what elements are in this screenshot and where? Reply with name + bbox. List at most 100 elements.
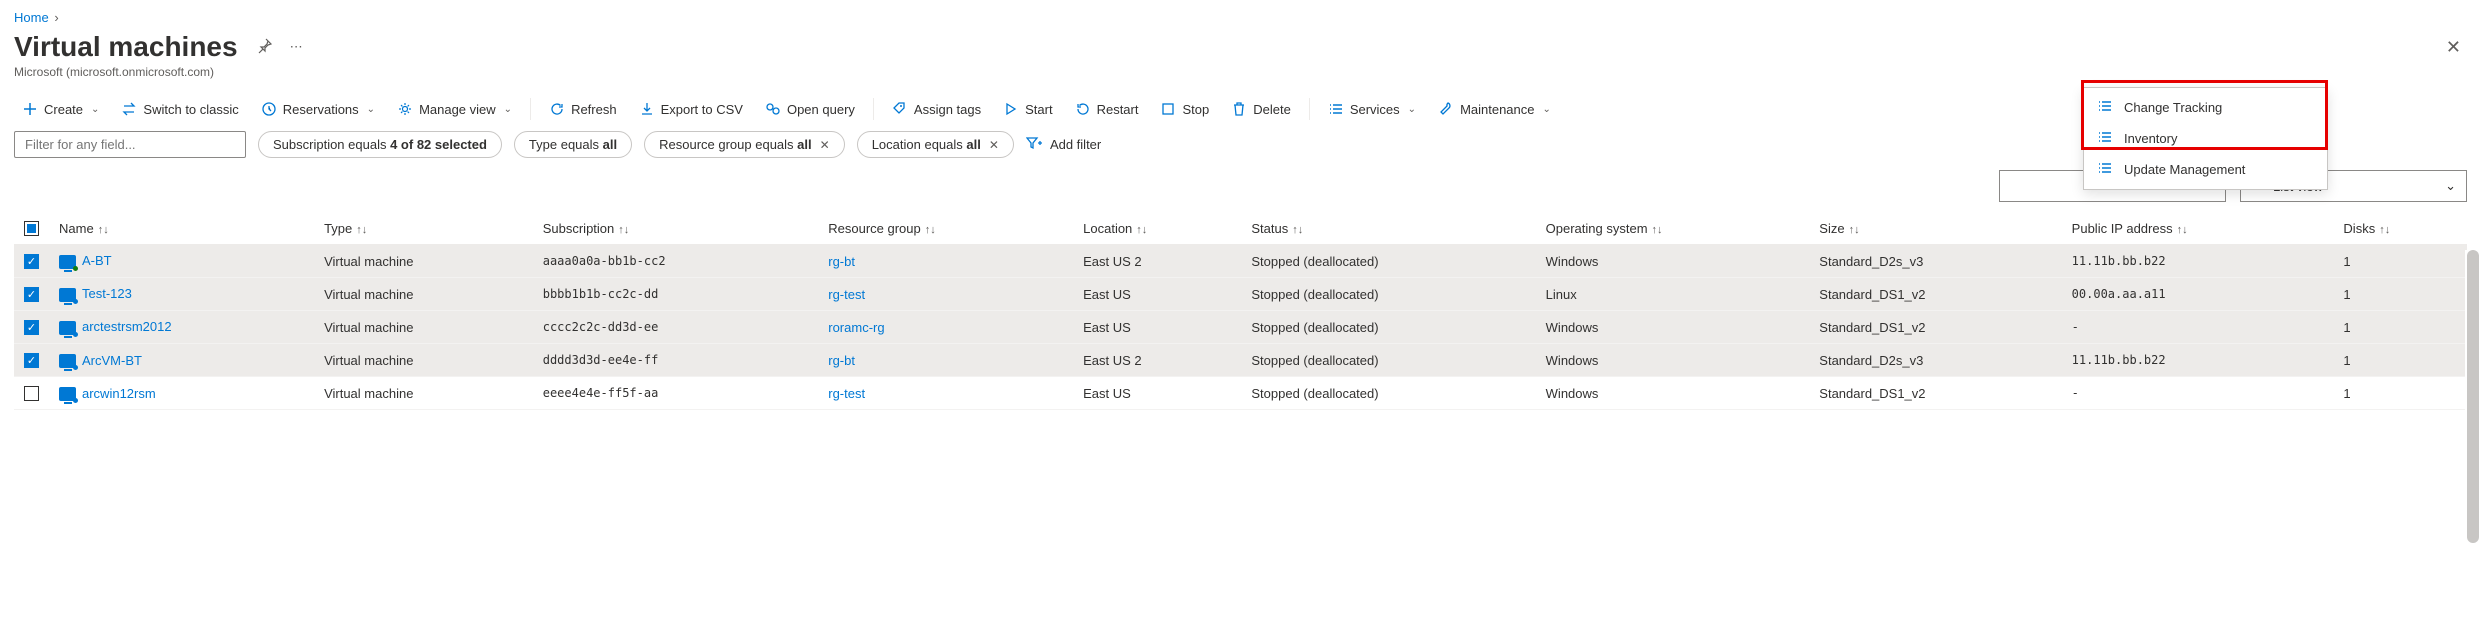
cell-disks: 1 bbox=[2333, 245, 2467, 278]
cell-os: Windows bbox=[1536, 377, 1810, 410]
col-status[interactable]: Status↑↓ bbox=[1241, 212, 1535, 245]
filter-pill-resource-group[interactable]: Resource group equals all ✕ bbox=[644, 131, 845, 158]
swap-icon bbox=[121, 101, 137, 117]
cell-location: East US bbox=[1073, 311, 1241, 344]
vertical-scrollbar[interactable] bbox=[2465, 250, 2481, 625]
col-resource-group[interactable]: Resource group↑↓ bbox=[818, 212, 1073, 245]
cell-size: Standard_D2s_v3 bbox=[1809, 245, 2061, 278]
sort-icon: ↑↓ bbox=[1652, 224, 1663, 236]
cell-location: East US bbox=[1073, 377, 1241, 410]
cell-type: Virtual machine bbox=[314, 377, 533, 410]
open-query-button[interactable]: Open query bbox=[757, 97, 863, 121]
restart-button[interactable]: Restart bbox=[1067, 97, 1147, 121]
chevron-down-icon: ⌄ bbox=[1408, 104, 1416, 115]
start-button[interactable]: Start bbox=[995, 97, 1060, 121]
close-icon[interactable]: ✕ bbox=[820, 138, 830, 152]
cell-disks: 1 bbox=[2333, 311, 2467, 344]
chevron-down-icon: ⌄ bbox=[91, 104, 99, 115]
row-checkbox[interactable] bbox=[24, 386, 39, 401]
breadcrumb: Home › bbox=[14, 0, 2467, 31]
col-type[interactable]: Type↑↓ bbox=[314, 212, 533, 245]
query-icon bbox=[765, 101, 781, 117]
cell-disks: 1 bbox=[2333, 377, 2467, 410]
table-row[interactable]: ✓arctestrsm2012Virtual machinecccc2c2c-d… bbox=[14, 311, 2467, 344]
sort-icon: ↑↓ bbox=[1136, 224, 1147, 236]
vm-table: Name↑↓ Type↑↓ Subscription↑↓ Resource gr… bbox=[14, 212, 2467, 410]
more-icon[interactable]: ⋯ bbox=[290, 39, 303, 55]
vm-name-link[interactable]: arctestrsm2012 bbox=[82, 319, 172, 334]
rg-link[interactable]: rg-bt bbox=[828, 254, 855, 269]
row-checkbox[interactable]: ✓ bbox=[24, 254, 39, 269]
close-icon[interactable]: ✕ bbox=[989, 138, 999, 152]
cell-pip: 00.00a.aa.a11 bbox=[2062, 278, 2334, 311]
sort-icon: ↑↓ bbox=[618, 224, 629, 236]
close-icon[interactable]: ✕ bbox=[2446, 37, 2467, 58]
delete-button[interactable]: Delete bbox=[1223, 97, 1299, 121]
sort-icon: ↑↓ bbox=[2379, 224, 2390, 236]
breadcrumb-home[interactable]: Home bbox=[14, 10, 49, 25]
col-location[interactable]: Location↑↓ bbox=[1073, 212, 1241, 245]
cell-location: East US bbox=[1073, 278, 1241, 311]
col-size[interactable]: Size↑↓ bbox=[1809, 212, 2061, 245]
col-pip[interactable]: Public IP address↑↓ bbox=[2062, 212, 2334, 245]
gear-icon bbox=[397, 101, 413, 117]
create-button[interactable]: Create⌄ bbox=[14, 97, 107, 121]
select-all-checkbox[interactable] bbox=[24, 221, 39, 236]
services-menu-inventory[interactable]: Inventory bbox=[2084, 123, 2327, 154]
table-row[interactable]: arcwin12rsmVirtual machineeeee4e4e-ff5f-… bbox=[14, 377, 2467, 410]
list-icon bbox=[2098, 100, 2114, 115]
vm-icon bbox=[59, 387, 76, 401]
chevron-down-icon: ⌄ bbox=[1543, 104, 1551, 115]
pin-icon[interactable] bbox=[256, 38, 272, 57]
rg-link[interactable]: roramc-rg bbox=[828, 320, 884, 335]
add-filter-icon bbox=[1026, 136, 1042, 153]
col-name[interactable]: Name↑↓ bbox=[49, 212, 314, 245]
filter-pill-type[interactable]: Type equals all bbox=[514, 131, 632, 158]
cell-subscription: aaaa0a0a-bb1b-cc2 bbox=[533, 245, 819, 278]
separator bbox=[1309, 98, 1310, 120]
reservations-button[interactable]: Reservations⌄ bbox=[253, 97, 383, 121]
rg-link[interactable]: rg-test bbox=[828, 287, 865, 302]
services-button[interactable]: Services⌄ bbox=[1320, 97, 1424, 121]
manage-view-button[interactable]: Manage view⌄ bbox=[389, 97, 520, 121]
assign-tags-button[interactable]: Assign tags bbox=[884, 97, 989, 121]
chevron-right-icon: › bbox=[54, 10, 58, 25]
cell-size: Standard_DS1_v2 bbox=[1809, 311, 2061, 344]
filter-pill-subscription[interactable]: Subscription equals 4 of 82 selected bbox=[258, 131, 502, 158]
tag-icon bbox=[892, 101, 908, 117]
chevron-down-icon: ⌄ bbox=[504, 104, 512, 115]
rg-link[interactable]: rg-bt bbox=[828, 353, 855, 368]
refresh-button[interactable]: Refresh bbox=[541, 97, 625, 121]
cell-type: Virtual machine bbox=[314, 344, 533, 377]
vm-icon bbox=[59, 255, 76, 269]
cell-os: Linux bbox=[1536, 278, 1810, 311]
vm-name-link[interactable]: arcwin12rsm bbox=[82, 386, 156, 401]
switch-classic-button[interactable]: Switch to classic bbox=[113, 97, 246, 121]
scrollbar-thumb[interactable] bbox=[2467, 250, 2479, 543]
vm-name-link[interactable]: Test-123 bbox=[82, 286, 132, 301]
add-filter-button[interactable]: Add filter bbox=[1026, 136, 1101, 153]
row-checkbox[interactable]: ✓ bbox=[24, 287, 39, 302]
col-subscription[interactable]: Subscription↑↓ bbox=[533, 212, 819, 245]
stop-button[interactable]: Stop bbox=[1152, 97, 1217, 121]
vm-name-link[interactable]: ArcVM-BT bbox=[82, 353, 142, 368]
row-checkbox[interactable]: ✓ bbox=[24, 353, 39, 368]
filter-pill-location[interactable]: Location equals all ✕ bbox=[857, 131, 1014, 158]
export-csv-button[interactable]: Export to CSV bbox=[631, 97, 751, 121]
maintenance-button[interactable]: Maintenance⌄ bbox=[1430, 97, 1559, 121]
list-icon bbox=[2098, 131, 2114, 146]
table-row[interactable]: ✓Test-123Virtual machinebbbb1b1b-cc2c-dd… bbox=[14, 278, 2467, 311]
cell-status: Stopped (deallocated) bbox=[1241, 344, 1535, 377]
refresh-icon bbox=[549, 101, 565, 117]
services-menu-change-tracking[interactable]: Change Tracking bbox=[2084, 92, 2327, 123]
col-disks[interactable]: Disks↑↓ bbox=[2333, 212, 2467, 245]
vm-name-link[interactable]: A-BT bbox=[82, 253, 112, 268]
filter-input[interactable] bbox=[14, 131, 246, 158]
table-row[interactable]: ✓ArcVM-BTVirtual machinedddd3d3d-ee4e-ff… bbox=[14, 344, 2467, 377]
services-menu-update-management[interactable]: Update Management bbox=[2084, 154, 2327, 185]
row-checkbox[interactable]: ✓ bbox=[24, 320, 39, 335]
table-row[interactable]: ✓A-BTVirtual machineaaaa0a0a-bb1b-cc2rg-… bbox=[14, 245, 2467, 278]
rg-link[interactable]: rg-test bbox=[828, 386, 865, 401]
page-title: Virtual machines bbox=[14, 31, 238, 63]
col-os[interactable]: Operating system↑↓ bbox=[1536, 212, 1810, 245]
